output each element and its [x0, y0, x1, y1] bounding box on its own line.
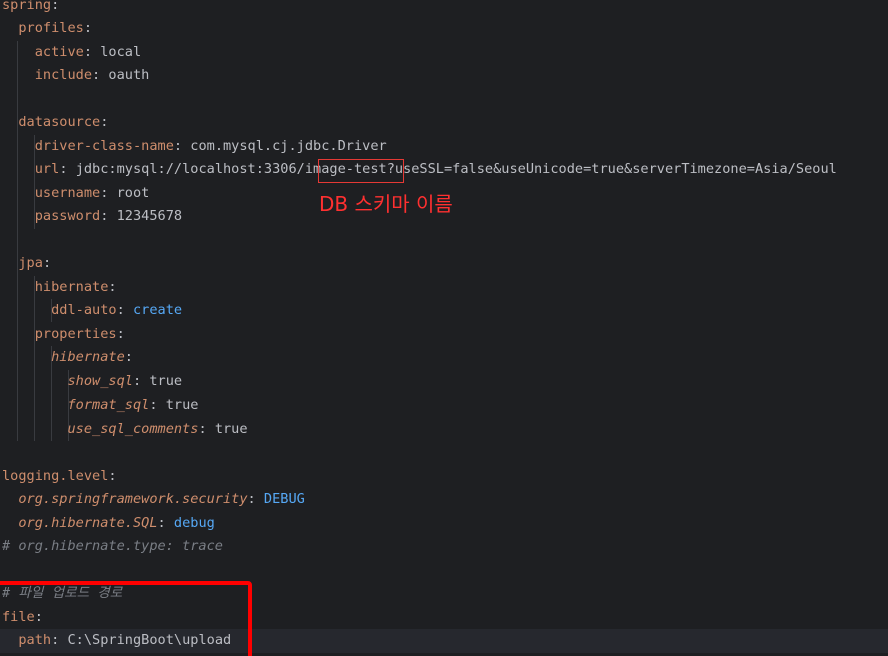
yaml-key: username	[34, 185, 101, 201]
code-line: hibernate:	[51, 349, 133, 365]
yaml-key: org.springframework.security	[18, 491, 248, 507]
yaml-key: datasource	[18, 114, 101, 130]
yaml-key: properties	[34, 326, 117, 342]
code-line: hibernate:	[34, 279, 117, 295]
yaml-key: format_sql	[67, 397, 150, 413]
yaml-value: jdbc:mysql://localhost:3306/	[75, 161, 305, 177]
yaml-key: use_sql_comments	[67, 421, 199, 437]
code-line: ddl-auto: create	[51, 302, 183, 318]
schema-annotation-label: DB 스키마 이름	[319, 192, 453, 216]
yaml-key: url	[34, 161, 60, 177]
yaml-key: active	[34, 44, 84, 60]
code-line: driver-class-name: com.mysql.cj.jdbc.Dri…	[34, 138, 387, 154]
yaml-key: include	[34, 67, 93, 83]
yaml-key: logging.level	[2, 468, 109, 484]
yaml-value: com.mysql.cj.jdbc.Driver	[190, 138, 387, 154]
yaml-value: DEBUG	[263, 491, 305, 507]
yaml-key: jpa	[18, 255, 43, 271]
code-line: format_sql: true	[67, 397, 199, 413]
yaml-comment: # org.hibernate.type: trace	[2, 538, 223, 554]
code-line: datasource:	[18, 114, 109, 130]
yaml-key: ddl-auto	[51, 302, 117, 318]
code-line: org.hibernate.SQL: debug	[18, 515, 215, 531]
yaml-key: driver-class-name	[34, 138, 174, 154]
yaml-key: hibernate	[51, 349, 125, 365]
yaml-value: ?useSSL=false&useUnicode=true&serverTime…	[386, 161, 837, 177]
code-line: use_sql_comments: true	[67, 421, 248, 437]
code-line: org.springframework.security: DEBUG	[18, 491, 305, 507]
code-line: spring:	[2, 0, 59, 18]
yaml-value: true	[149, 373, 183, 389]
code-line: password: 12345678	[34, 208, 183, 224]
yaml-value: 12345678	[116, 208, 183, 224]
yaml-key: spring	[2, 0, 52, 13]
yaml-value: true	[165, 397, 199, 413]
yaml-value: create	[132, 302, 183, 318]
yaml-key: hibernate	[34, 279, 109, 295]
yaml-key: password	[34, 208, 101, 224]
yaml-value: root	[116, 185, 150, 201]
schema-highlight-box	[318, 159, 404, 183]
code-line: profiles:	[18, 20, 93, 36]
upload-path-highlight-box	[0, 581, 252, 656]
code-line: url: jdbc:mysql://localhost:3306/image-t…	[34, 161, 837, 177]
code-editor[interactable]: spring: profiles: active: local include:…	[0, 0, 888, 656]
yaml-key: show_sql	[67, 373, 133, 389]
code-line: active: local	[34, 44, 142, 60]
yaml-value: true	[214, 421, 248, 437]
code-line: include: oauth	[34, 67, 150, 83]
yaml-key: org.hibernate.SQL	[18, 515, 158, 531]
code-line: # org.hibernate.type: trace	[2, 535, 223, 559]
yaml-key: profiles	[18, 20, 84, 36]
code-line: logging.level:	[2, 468, 117, 484]
code-line: show_sql: true	[67, 373, 183, 389]
code-line: username: root	[34, 185, 150, 201]
yaml-value: oauth	[108, 67, 150, 83]
code-line: properties:	[34, 326, 125, 342]
yaml-value: local	[100, 44, 142, 60]
yaml-value: debug	[173, 515, 215, 531]
code-line: jpa:	[18, 255, 52, 271]
